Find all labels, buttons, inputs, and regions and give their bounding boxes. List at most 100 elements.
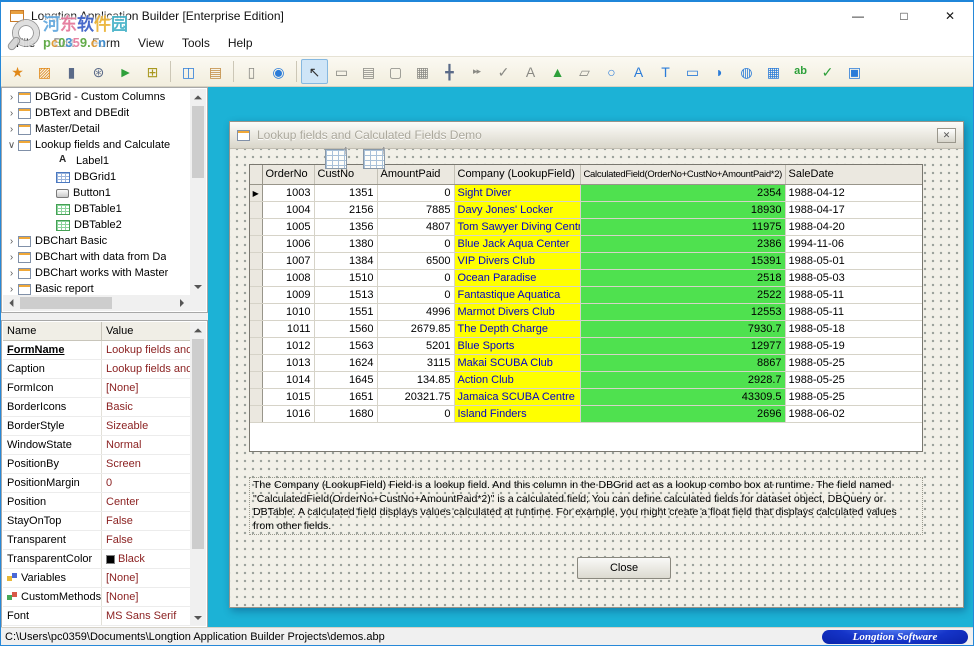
tree-expand-icon[interactable]: › [5,236,18,247]
property-value-cell[interactable]: Center [102,493,190,511]
minimize-button[interactable]: — [835,2,881,30]
grid-row[interactable]: 1013 1624 3115 Makai SCUBA Club 8867 198… [250,354,922,371]
tree-expand-icon[interactable]: › [5,92,18,103]
label-icon[interactable]: A [517,59,544,84]
form-close-button[interactable]: Close [577,557,671,579]
grid-row[interactable]: 1011 1560 2679.85 The Depth Charge 7930.… [250,320,922,337]
col-header-amountpaid[interactable]: AmountPaid [377,165,454,184]
dbtext-icon[interactable]: A [625,59,652,84]
form-close-icon[interactable]: ✕ [937,128,956,143]
form-body[interactable]: OrderNo CustNo AmountPaid Company (Looku… [230,149,963,607]
cell-saledate[interactable]: 1988-05-03 [785,269,922,286]
new-form-icon[interactable]: ▯ [238,59,265,84]
cell-company[interactable]: Island Finders [454,405,580,422]
cell-custno[interactable]: 1651 [314,388,377,405]
dbtable1-component-icon[interactable] [325,149,347,169]
save-icon[interactable]: ▮ [58,59,85,84]
cell-custno[interactable]: 1560 [314,320,377,337]
scroll-left-icon[interactable] [3,295,19,311]
tree-item[interactable]: DBGrid1 [3,169,190,185]
cell-company[interactable]: Tom Sawyer Diving Centr [454,218,580,235]
grid-row[interactable]: 1007 1384 6500 VIP Divers Club 15391 198… [250,252,922,269]
property-value-cell[interactable]: Lookup fields and [102,360,190,378]
run-icon[interactable]: ► [112,59,139,84]
cell-amountpaid[interactable]: 4996 [377,303,454,320]
cell-amountpaid[interactable]: 20321.75 [377,388,454,405]
cell-saledate[interactable]: 1988-04-20 [785,218,922,235]
cell-custno[interactable]: 1563 [314,337,377,354]
property-row[interactable]: Font MS Sans Serif [3,607,190,626]
cell-amountpaid[interactable]: 0 [377,269,454,286]
scrollbar-thumb[interactable] [20,297,112,309]
tree-item[interactable]: ∨ Lookup fields and Calculate [3,137,190,153]
tree-item[interactable]: Button1 [3,185,190,201]
col-header-company[interactable]: Company (LookupField) [454,165,580,184]
cell-company[interactable]: Ocean Paradise [454,269,580,286]
cell-custno[interactable]: 1510 [314,269,377,286]
cell-orderno[interactable]: 1007 [262,252,314,269]
dbnavigator-icon[interactable]: ▸▸ [463,59,490,84]
cell-orderno[interactable]: 1009 [262,286,314,303]
cell-amountpaid[interactable]: 0 [377,235,454,252]
cell-amountpaid[interactable]: 0 [377,405,454,422]
cell-orderno[interactable]: 1012 [262,337,314,354]
cell-orderno[interactable]: 1005 [262,218,314,235]
property-value-cell[interactable]: 0 [102,474,190,492]
tree-expand-icon[interactable]: › [5,124,18,135]
property-value-cell[interactable]: False [102,531,190,549]
maximize-button[interactable]: □ [881,2,927,30]
ellipse-icon[interactable]: ○ [598,59,625,84]
checkbox-icon[interactable]: ✓ [490,59,517,84]
cell-saledate[interactable]: 1994-11-06 [785,235,922,252]
col-header-saledate[interactable]: SaleDate [785,165,922,184]
cell-calculatedfield[interactable]: 12553 [580,303,785,320]
cell-saledate[interactable]: 1988-05-25 [785,354,922,371]
cell-orderno[interactable]: 1006 [262,235,314,252]
cell-company[interactable]: Marmot Divers Club [454,303,580,320]
property-row[interactable]: StayOnTop False [3,512,190,531]
cell-amountpaid[interactable]: 3115 [377,354,454,371]
cell-custno[interactable]: 1351 [314,184,377,201]
cell-custno[interactable]: 1380 [314,235,377,252]
tree-item[interactable]: › Master/Detail [3,121,190,137]
cell-calculatedfield[interactable]: 43309.5 [580,388,785,405]
cell-company[interactable]: Blue Jack Aqua Center [454,235,580,252]
property-value-cell[interactable]: Basic [102,398,190,416]
description-label[interactable]: The Company (LookupField) Field is a loo… [249,477,923,535]
cell-calculatedfield[interactable]: 2354 [580,184,785,201]
cell-company[interactable]: The Depth Charge [454,320,580,337]
grid-row[interactable]: 1016 1680 0 Island Finders 2696 1988-06-… [250,405,922,422]
cell-calculatedfield[interactable]: 8867 [580,354,785,371]
cell-amountpaid[interactable]: 5201 [377,337,454,354]
scroll-right-icon[interactable] [174,295,190,311]
property-row[interactable]: TransparentColor Black [3,550,190,569]
cell-custno[interactable]: 1356 [314,218,377,235]
chart-icon[interactable]: ▲ [544,59,571,84]
cell-calculatedfield[interactable]: 15391 [580,252,785,269]
properties-header-name[interactable]: Name [3,322,102,340]
grid-row[interactable]: ▶ 1003 1351 0 Sight Diver 2354 1988-04-1… [250,184,922,201]
scroll-up-icon[interactable] [190,89,206,105]
tree-horizontal-scrollbar[interactable] [3,295,190,311]
property-row[interactable]: Caption Lookup fields and [3,360,190,379]
scroll-down-icon[interactable] [190,610,206,626]
dbimage-icon[interactable]: ▣ [841,59,868,84]
cell-calculatedfield[interactable]: 2928.7 [580,371,785,388]
menu-item[interactable]: Tools [173,32,219,54]
tree-item[interactable]: › Basic report [3,281,190,295]
cell-company[interactable]: Davy Jones' Locker [454,201,580,218]
cell-company[interactable]: Blue Sports [454,337,580,354]
tree-item[interactable]: DBTable2 [3,217,190,233]
cell-orderno[interactable]: 1016 [262,405,314,422]
grid-row[interactable]: 1008 1510 0 Ocean Paradise 2518 1988-05-… [250,269,922,286]
tree-item[interactable]: › DBChart Basic [3,233,190,249]
dbgrid[interactable]: OrderNo CustNo AmountPaid Company (Looku… [249,164,923,452]
memo-icon[interactable]: ▤ [355,59,382,84]
col-header-orderno[interactable]: OrderNo [262,165,314,184]
property-value-cell[interactable]: Lookup fields and [102,341,190,359]
scroll-down-icon[interactable] [190,279,206,295]
cell-custno[interactable]: 1513 [314,286,377,303]
grid-row[interactable]: 1015 1651 20321.75 Jamaica SCUBA Centre … [250,388,922,405]
property-value-cell[interactable]: False [102,512,190,530]
cell-company[interactable]: VIP Divers Club [454,252,580,269]
